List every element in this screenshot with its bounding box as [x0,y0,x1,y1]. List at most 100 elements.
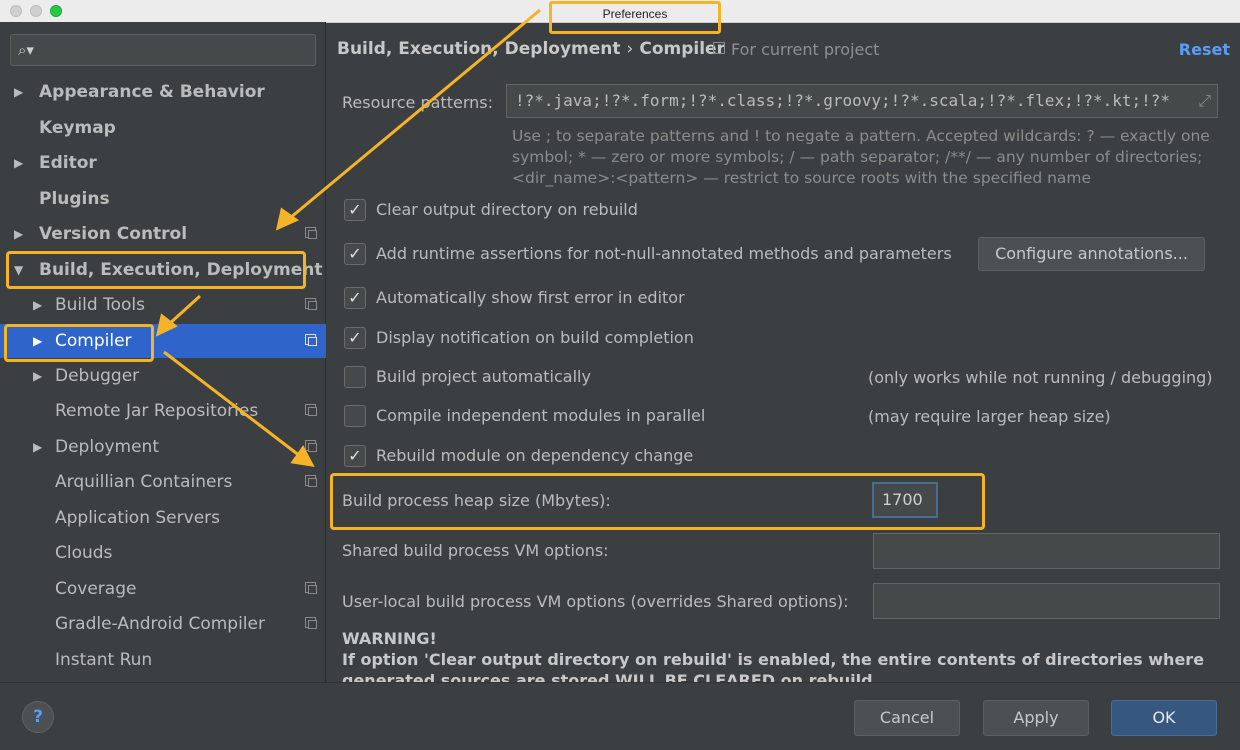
cancel-button[interactable]: Cancel [854,700,960,736]
checkbox-label: Build project automatically [376,365,591,389]
user-vm-options-label: User-local build process VM options (ove… [342,592,849,611]
close-window-button[interactable] [10,5,22,17]
sidebar-item-label: Instant Run [55,643,152,677]
sidebar-item-build-execution-deployment[interactable]: ▼ Build, Execution, Deployment [0,253,326,287]
sidebar-item-coverage[interactable]: Coverage [0,572,326,606]
sidebar-item-label: Clouds [55,536,112,570]
sidebar-item-gradle-android-compiler[interactable]: Gradle-Android Compiler [0,607,326,641]
sidebar-item-arquillian-containers[interactable]: Arquillian Containers [0,465,326,499]
heap-size-label: Build process heap size (Mbytes): [342,491,611,510]
breadcrumb-parent[interactable]: Build, Execution, Deployment [337,39,621,59]
sidebar-item-editor[interactable]: ▶ Editor [0,146,326,180]
sidebar-item-remote-jar-repositories[interactable]: Remote Jar Repositories [0,394,326,428]
breadcrumb-separator: › [627,39,634,59]
checkbox-label: Compile independent modules in parallel [376,404,705,428]
checkbox-box[interactable]: ✓ [344,445,366,467]
expand-arrow-icon[interactable]: ▶ [33,288,42,322]
checkbox-box[interactable]: ✓ [344,287,366,309]
help-button[interactable]: ? [22,701,54,733]
collapse-arrow-icon[interactable]: ▼ [14,253,23,287]
checkbox-label: Rebuild module on dependency change [376,444,693,468]
scope-label: For current project [713,40,879,59]
breadcrumb: Build, Execution, Deployment›Compiler [337,39,725,59]
resource-patterns-input[interactable]: !?*.java;!?*.form;!?*.class;!?*.groovy;!… [506,84,1218,118]
sidebar-item-label: Remote Jar Repositories [55,394,258,428]
project-scope-icon [305,334,316,345]
sidebar-item-label: Gradle-Android Compiler [55,607,265,641]
checkbox-box[interactable] [344,366,366,388]
scope-text: For current project [731,40,879,59]
dialog-footer: ? Cancel Apply OK [0,682,1240,750]
warning-message: WARNING! If option 'Clear output directo… [342,628,1222,682]
checkbox-label: Automatically show first error in editor [376,286,685,310]
project-scope-icon [305,475,316,486]
project-scope-icon [305,617,316,628]
checkbox-label: Clear output directory on rebuild [376,198,638,222]
sidebar-item-label: Deployment [55,430,159,464]
expand-arrow-icon[interactable]: ▶ [33,430,42,464]
expand-arrow-icon[interactable]: ▶ [33,359,42,393]
project-scope-icon [713,42,725,54]
settings-sidebar: ⌕▾ ▶ Appearance & Behavior Keymap ▶ Edit… [0,22,326,682]
checkbox-label: Display notification on build completion [376,326,694,350]
expand-arrow-icon[interactable]: ▶ [14,75,23,109]
sidebar-item-label: Editor [39,146,97,180]
shared-vm-options-label: Shared build process VM options: [342,541,609,560]
parallel-modules-note: (may require larger heap size) [868,407,1111,426]
sidebar-item-compiler[interactable]: ▶ Compiler [0,324,326,358]
sidebar-item-build-tools[interactable]: ▶ Build Tools [0,288,326,322]
checkbox-box[interactable]: ✓ [344,199,366,221]
ok-button[interactable]: OK [1111,700,1217,736]
sidebar-item-version-control[interactable]: ▶ Version Control [0,217,326,251]
sidebar-item-label: Build Tools [55,288,145,322]
expand-arrow-icon[interactable]: ▶ [33,324,42,358]
sidebar-item-label: Keymap [39,111,116,145]
sidebar-item-label: Arquillian Containers [55,465,232,499]
expand-arrow-icon[interactable]: ▶ [14,217,23,251]
sidebar-item-instant-run[interactable]: Instant Run [0,643,326,677]
sidebar-item-deployment[interactable]: ▶ Deployment [0,430,326,464]
checkbox-box[interactable] [344,405,366,427]
sidebar-item-label: Build, Execution, Deployment [39,253,323,287]
minimize-window-button[interactable] [30,5,42,17]
shared-vm-options-input[interactable] [873,533,1220,569]
compiler-settings-panel: Build, Execution, Deployment›Compiler Fo… [326,22,1240,682]
sidebar-item-label: Coverage [55,572,136,606]
project-scope-icon [305,582,316,593]
sidebar-item-label: Debugger [55,359,139,393]
resource-patterns-label: Resource patterns: [342,93,493,112]
build-automatically-note: (only works while not running / debuggin… [868,368,1213,387]
configure-annotations-button[interactable]: Configure annotations... [978,237,1205,271]
sidebar-item-plugins[interactable]: Plugins [0,182,326,216]
sidebar-item-label: Plugins [39,182,110,216]
sidebar-item-keymap[interactable]: Keymap [0,111,326,145]
project-scope-icon [305,404,316,415]
expand-icon[interactable]: ⤢ [1198,85,1211,117]
reset-link[interactable]: Reset [1179,40,1230,59]
maximize-window-button[interactable] [50,5,62,17]
sidebar-item-label: Appearance & Behavior [39,75,265,109]
search-input[interactable]: ⌕▾ [10,34,316,66]
user-vm-options-input[interactable] [873,583,1220,619]
sidebar-item-appearance[interactable]: ▶ Appearance & Behavior [0,75,326,109]
warning-text: If option 'Clear output directory on reb… [342,649,1222,682]
project-scope-icon [305,298,316,309]
project-scope-icon [305,227,316,238]
checkbox-box[interactable]: ✓ [344,243,366,265]
resource-patterns-value: !?*.java;!?*.form;!?*.class;!?*.groovy;!… [515,91,1170,110]
warning-title: WARNING! [342,628,1222,649]
sidebar-item-label: Application Servers [55,501,220,535]
project-scope-icon [305,440,316,451]
sidebar-item-label: Version Control [39,217,187,251]
expand-arrow-icon[interactable]: ▶ [14,146,23,180]
heap-size-input[interactable]: 1700 [872,482,938,518]
checkbox-label: Add runtime assertions for not-null-anno… [376,242,952,266]
search-icon: ⌕▾ [18,41,34,59]
resource-patterns-hint: Use ; to separate patterns and ! to nega… [512,126,1228,189]
sidebar-item-debugger[interactable]: ▶ Debugger [0,359,326,393]
sidebar-item-clouds[interactable]: Clouds [0,536,326,570]
checkbox-box[interactable]: ✓ [344,327,366,349]
sidebar-item-label: Compiler [55,324,132,358]
apply-button[interactable]: Apply [983,700,1089,736]
sidebar-item-application-servers[interactable]: Application Servers [0,501,326,535]
